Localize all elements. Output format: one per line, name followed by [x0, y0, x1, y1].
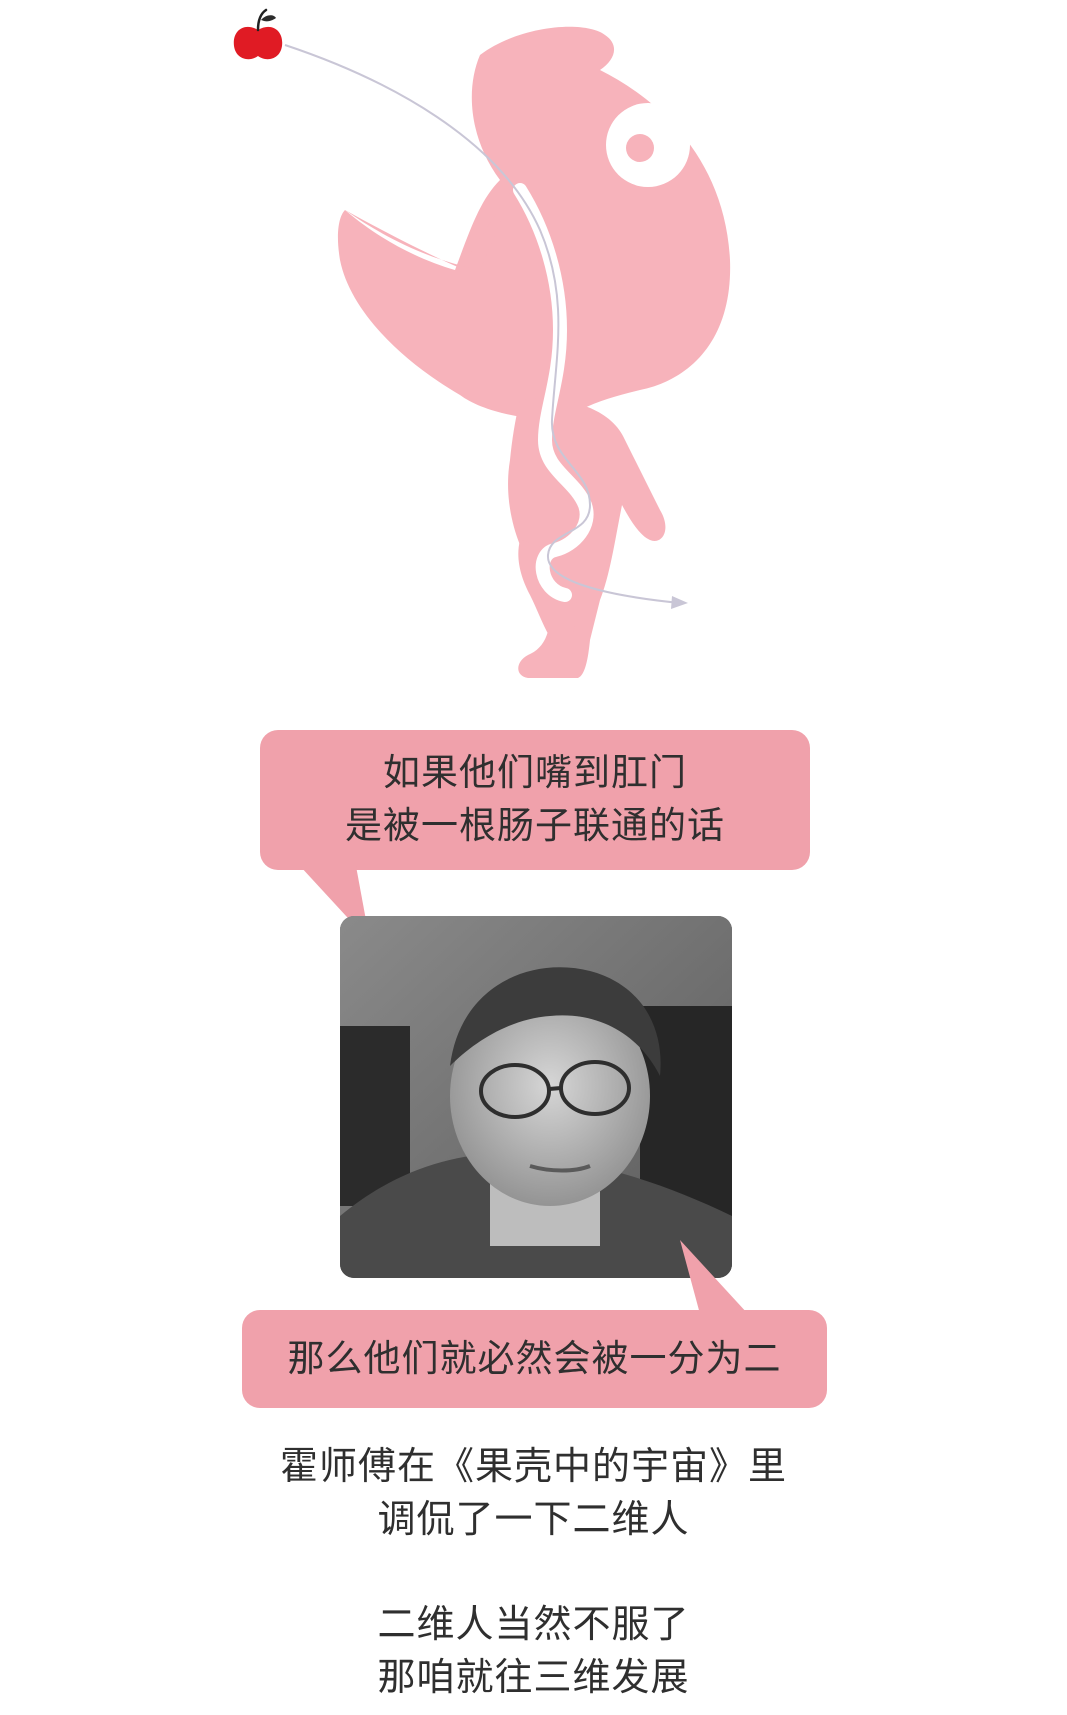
caption-1-line-2: 调侃了一下二维人	[377, 1497, 690, 1541]
creature-illustration	[233, 8, 731, 678]
caption-2-line-2: 那咱就往三维发展	[377, 1655, 690, 1699]
speech-top-line-1: 如果他们嘴到肛门	[383, 751, 687, 794]
arrow-icon	[671, 596, 688, 609]
speech-bubble-bottom: 那么他们就必然会被一分为二	[242, 1310, 827, 1408]
speech-bubble-bottom-tail	[680, 1240, 748, 1314]
caption-2-line-1: 二维人当然不服了	[377, 1602, 690, 1646]
speech-bottom-line-1: 那么他们就必然会被一分为二	[287, 1337, 782, 1380]
speech-bubble-top: 如果他们嘴到肛门 是被一根肠子联通的话	[260, 730, 810, 870]
page: 如果他们嘴到肛门 是被一根肠子联通的话 那么他们就必然会被一分为二 霍师傅在《果…	[0, 0, 1067, 1715]
speech-top-line-2: 是被一根肠子联通的话	[345, 804, 725, 847]
two-dimensional-creature	[337, 26, 731, 678]
caption-block-2: 二维人当然不服了 那咱就往三维发展	[0, 1598, 1067, 1704]
caption-1-line-1: 霍师傅在《果壳中的宇宙》里	[279, 1444, 787, 1488]
caption-block-1: 霍师傅在《果壳中的宇宙》里 调侃了一下二维人	[0, 1440, 1067, 1546]
portrait-photo	[340, 916, 732, 1278]
apple-icon	[233, 8, 283, 60]
